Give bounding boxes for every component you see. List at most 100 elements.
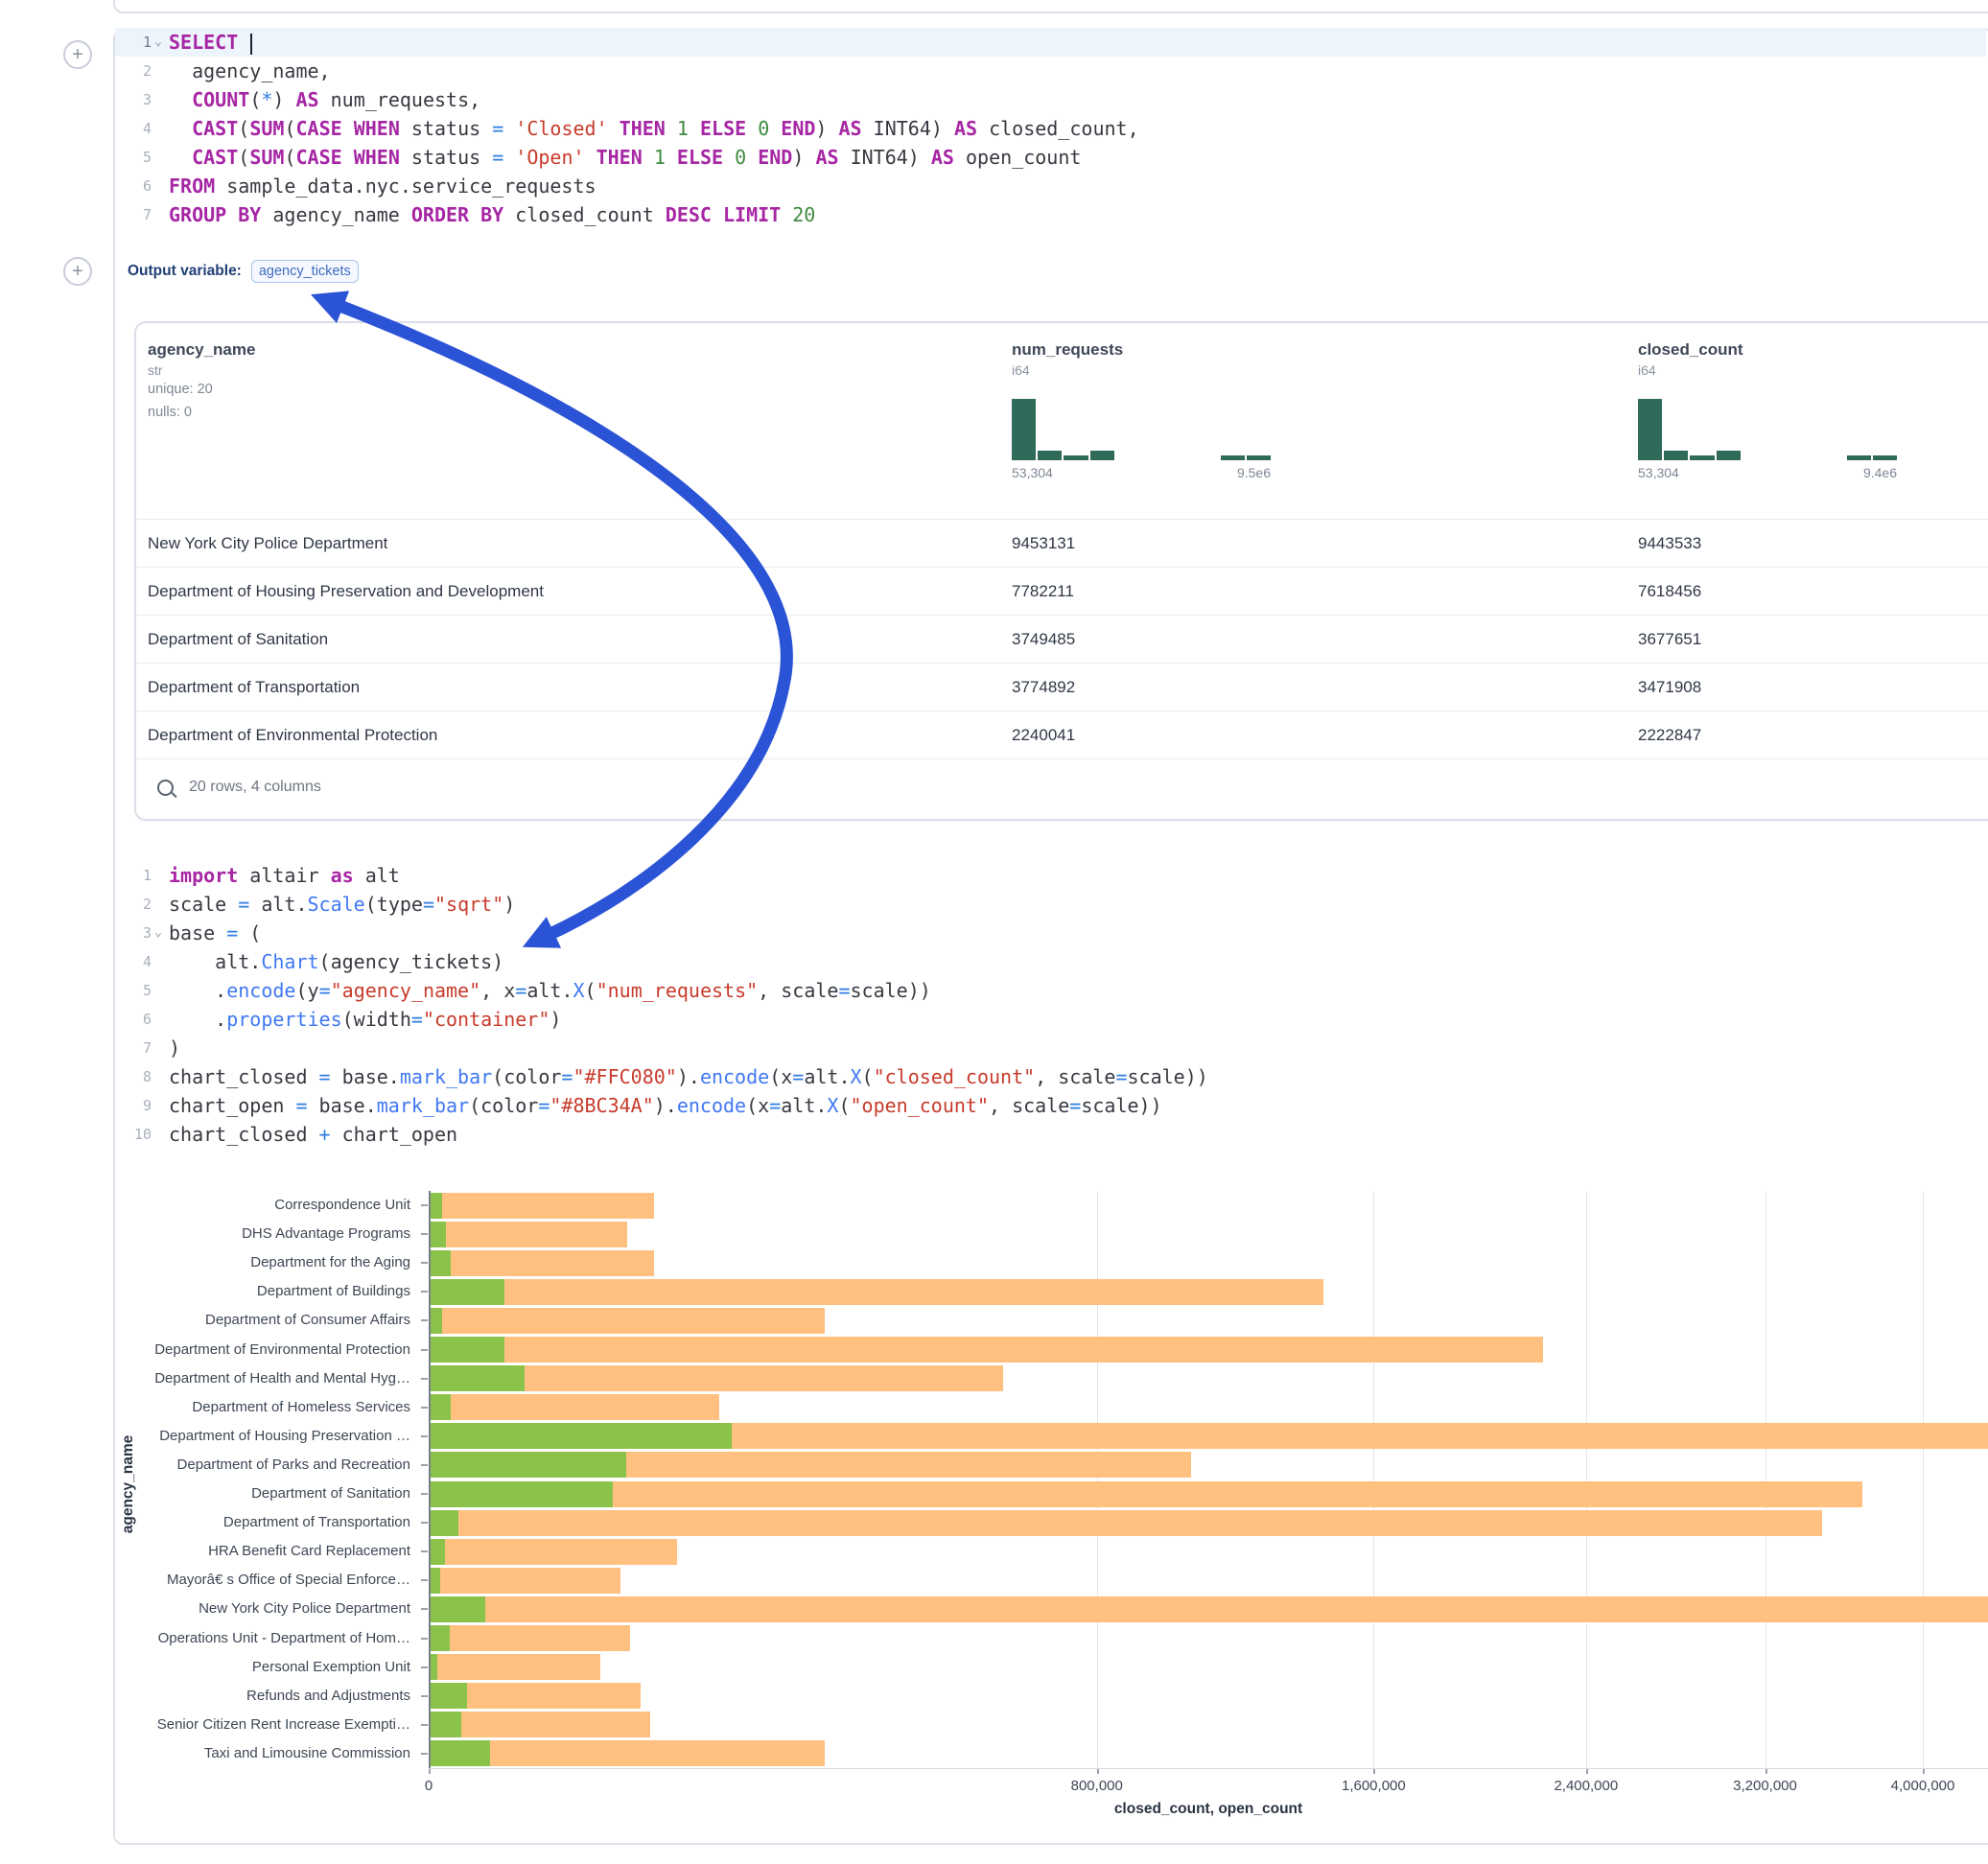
code-token: , scale — [758, 979, 838, 1002]
y-tick-label: Department of Health and Mental Hyg… — [115, 1370, 410, 1386]
results-table: agency_namestrunique: 20nulls: 0 num_requ… — [134, 321, 1988, 821]
code-token — [689, 117, 700, 140]
code-line[interactable]: 2 agency_name, — [115, 57, 1986, 85]
add-cell-button[interactable]: + — [63, 40, 92, 69]
code-token: (type — [365, 893, 423, 916]
code-token: = — [238, 893, 249, 916]
code-line[interactable]: 7) — [115, 1034, 1986, 1062]
y-tick-label: Refunds and Adjustments — [115, 1688, 410, 1704]
line-number: 4 — [143, 114, 152, 143]
code-token: mark_bar — [377, 1094, 469, 1117]
code-token: agency_name — [261, 203, 411, 226]
code-line[interactable]: 5 CAST(SUM(CASE WHEN status = 'Open' THE… — [115, 143, 1986, 172]
code-line[interactable]: 2scale = alt.Scale(type="sqrt") — [115, 890, 1986, 919]
bar-open_count — [430, 1510, 458, 1536]
code-token: = — [538, 1094, 550, 1117]
code-token: SELECT — [169, 31, 238, 54]
bar-closed_count — [430, 1279, 1323, 1305]
code-line[interactable]: 6FROM sample_data.nyc.service_requests — [115, 172, 1986, 200]
code-token: ( — [284, 146, 295, 169]
code-token: "#FFC080" — [573, 1065, 676, 1088]
code-line[interactable]: 4 alt.Chart(agency_tickets) — [115, 947, 1986, 976]
code-token: properties — [226, 1008, 341, 1031]
bar-open_count — [430, 1337, 504, 1363]
histogram-bar — [1012, 399, 1036, 460]
column-header-closed_count: closed_counti6453,3049.4e6 — [1638, 340, 1897, 480]
code-text: scale = alt.Scale(type="sqrt") — [169, 890, 1986, 919]
code-line[interactable]: 10chart_closed + chart_open — [115, 1120, 1986, 1149]
x-tick-label: 1,600,000 — [1316, 1778, 1431, 1794]
y-axis-line — [429, 1191, 431, 1768]
code-line[interactable]: 3⌄base = ( — [115, 919, 1986, 947]
code-token: WHEN — [354, 146, 400, 169]
bar-open_count — [430, 1452, 626, 1478]
code-token: * — [261, 88, 272, 111]
sql-editor[interactable]: 1⌄SELECT 2 agency_name,3 COUNT(*) AS num… — [115, 28, 1986, 229]
code-line[interactable]: 4 CAST(SUM(CASE WHEN status = 'Closed' T… — [115, 114, 1986, 143]
code-token — [608, 117, 620, 140]
code-token — [666, 146, 677, 169]
code-line[interactable]: 6 .properties(width="container") — [115, 1005, 1986, 1034]
line-number: 2 — [143, 890, 152, 919]
bar-chart: agency_name closed_count, open_count 080… — [115, 1187, 1988, 1839]
code-token: alt. — [169, 950, 261, 973]
y-axis-tick — [421, 1522, 428, 1524]
bar-closed_count — [430, 1568, 620, 1594]
bar-closed_count — [430, 1222, 627, 1247]
code-token: Scale — [308, 893, 365, 916]
x-tick-label: 0 — [371, 1778, 486, 1794]
column-histogram — [1012, 393, 1271, 460]
code-token — [238, 31, 249, 54]
code-token: AS — [296, 88, 319, 111]
code-token: FROM — [169, 175, 215, 198]
code-token: INT64) — [839, 146, 931, 169]
code-token: alt — [354, 864, 400, 887]
y-axis-tick — [421, 1407, 428, 1409]
line-number: 4 — [143, 947, 152, 976]
code-line[interactable]: 9chart_open = base.mark_bar(color="#8BC3… — [115, 1091, 1986, 1120]
table-row: New York City Police Department945313194… — [136, 520, 1988, 568]
y-tick-label: Senior Citizen Rent Increase Exempti… — [115, 1716, 410, 1733]
code-token: , scale — [989, 1094, 1069, 1117]
code-token: agency_name, — [169, 59, 331, 82]
code-line[interactable]: 3 COUNT(*) AS num_requests, — [115, 85, 1986, 114]
search-icon[interactable] — [157, 780, 174, 796]
bar-open_count — [430, 1481, 613, 1507]
bar-open_count — [430, 1279, 504, 1305]
table-cell: 3749485 — [1012, 616, 1075, 663]
line-number: 8 — [143, 1062, 152, 1091]
histogram-min-label: 53,304 — [1638, 465, 1679, 480]
column-type: str — [148, 362, 255, 378]
bar-open_count — [430, 1394, 451, 1420]
column-header-agency_name: agency_namestrunique: 20nulls: 0 — [148, 340, 255, 424]
code-token: encode — [700, 1065, 769, 1088]
collapse-chevron-icon[interactable]: ⌄ — [152, 919, 165, 947]
code-line[interactable]: 1import altair as alt — [115, 861, 1986, 890]
y-tick-label: New York City Police Department — [115, 1600, 410, 1617]
column-header-num_requests: num_requestsi6453,3049.5e6 — [1012, 340, 1271, 480]
collapse-chevron-icon[interactable]: ⌄ — [152, 28, 165, 57]
code-line[interactable]: 7GROUP BY agency_name ORDER BY closed_co… — [115, 200, 1986, 229]
code-line[interactable]: 8chart_closed = base.mark_bar(color="#FF… — [115, 1062, 1986, 1091]
code-text: CAST(SUM(CASE WHEN status = 'Closed' THE… — [169, 114, 1986, 143]
code-text: .encode(y="agency_name", x=alt.X("num_re… — [169, 976, 1986, 1005]
table-cell: 9443533 — [1638, 520, 1701, 567]
line-number: 1 — [143, 861, 152, 890]
python-editor[interactable]: 1import altair as alt2scale = alt.Scale(… — [115, 861, 1986, 1149]
y-tick-label: Department of Consumer Affairs — [115, 1312, 410, 1328]
add-cell-button[interactable]: + — [63, 257, 92, 286]
code-token: ( — [249, 88, 261, 111]
code-token — [723, 146, 735, 169]
code-line[interactable]: 5 .encode(y="agency_name", x=alt.X("num_… — [115, 976, 1986, 1005]
code-line[interactable]: 1⌄SELECT — [115, 28, 1986, 57]
code-token: 1 — [677, 117, 689, 140]
code-token — [169, 117, 192, 140]
code-token: alt. — [804, 1065, 850, 1088]
y-tick-label: Department of Parks and Recreation — [115, 1456, 410, 1473]
y-axis-tick — [421, 1319, 428, 1321]
code-token — [769, 117, 781, 140]
y-axis-tick — [421, 1608, 428, 1610]
code-token: 1 — [654, 146, 666, 169]
output-variable-chip[interactable]: agency_tickets — [251, 260, 359, 283]
table-cell: 3774892 — [1012, 664, 1075, 711]
